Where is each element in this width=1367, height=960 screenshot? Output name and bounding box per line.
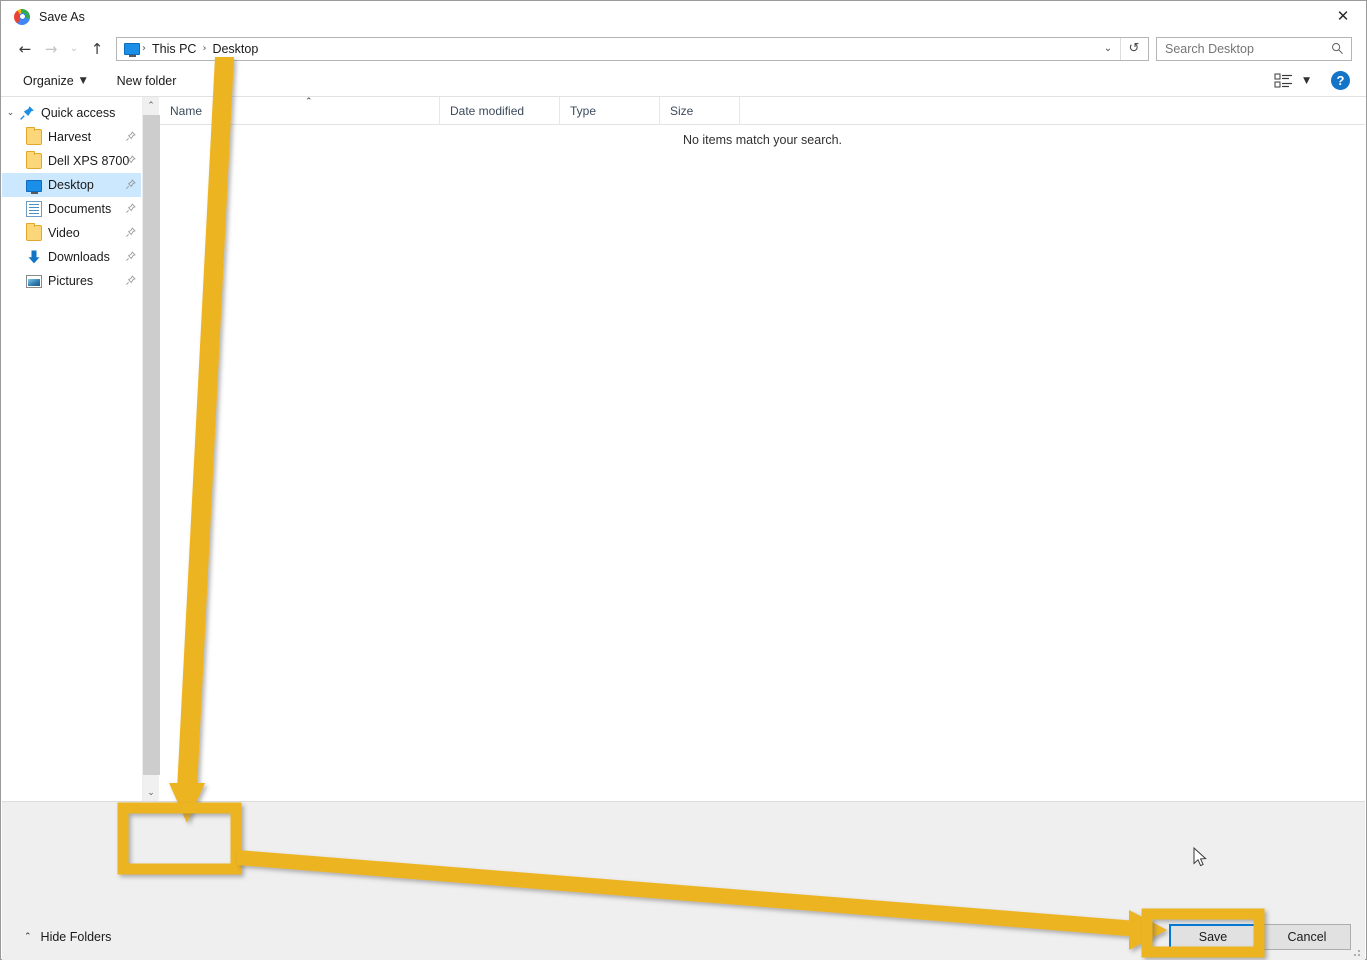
sidebar-item-harvest[interactable]: Harvest — [2, 125, 141, 149]
save-as-dialog: Save As ✕ ← → ⌄ ↑ › This PC › Desktop ⌄ … — [0, 0, 1367, 960]
sidebar-item-label: Downloads — [48, 250, 110, 264]
pin-icon[interactable] — [125, 130, 136, 143]
empty-state-message: No items match your search. — [682, 133, 843, 147]
pin-icon[interactable] — [125, 250, 136, 263]
chevron-up-icon: ⌃ — [24, 932, 32, 942]
pin-icon[interactable] — [125, 226, 136, 239]
organize-button[interactable]: Organize — [23, 74, 74, 88]
sidebar-item-desktop[interactable]: Desktop — [2, 173, 141, 197]
sidebar-item-dell-xps-8700[interactable]: Dell XPS 8700 — [2, 149, 141, 173]
cancel-button[interactable]: Cancel — [1263, 924, 1351, 950]
chevron-down-icon[interactable]: ▼ — [1303, 76, 1310, 86]
scroll-down-icon[interactable]: ⌄ — [143, 784, 159, 801]
desktop-icon — [26, 179, 42, 194]
refresh-icon[interactable]: ↺ — [1120, 37, 1147, 60]
sidebar-group-label: Quick access — [41, 106, 116, 120]
column-header-date-modified[interactable]: Date modified — [440, 96, 560, 125]
dialog-footer: ⌃ Hide Folders Save Cancel — [2, 906, 1365, 960]
view-mode-icon[interactable] — [1274, 73, 1294, 89]
pictures-icon — [26, 275, 42, 288]
sort-ascending-icon: ⌃ — [305, 97, 313, 107]
back-icon[interactable]: ← — [12, 36, 38, 62]
sidebar-scrollbar[interactable]: ⌃ ⌄ — [142, 97, 160, 801]
up-icon[interactable]: ↑ — [84, 36, 110, 62]
sidebar-item-downloads[interactable]: Downloads — [2, 245, 141, 269]
folder-icon — [26, 151, 42, 169]
window-title: Save As — [39, 9, 85, 24]
search-icon — [1332, 42, 1343, 54]
column-header-row: Name Date modified Type Size ⌃ — [160, 96, 1365, 125]
column-header-name[interactable]: Name — [160, 96, 440, 125]
sidebar-item-pictures[interactable]: Pictures — [2, 269, 141, 293]
scroll-up-icon[interactable]: ⌃ — [143, 97, 159, 114]
toolbar: Organize ▼ New folder ▼ ? — [1, 65, 1366, 97]
folder-icon — [26, 223, 42, 241]
pin-icon — [19, 105, 35, 121]
search-input[interactable]: Search Desktop — [1156, 36, 1352, 61]
save-button[interactable]: Save — [1169, 924, 1257, 950]
breadcrumb[interactable]: › This PC › Desktop ⌄ ↺ — [116, 36, 1149, 61]
mouse-cursor — [1193, 847, 1207, 867]
new-folder-button[interactable]: New folder — [117, 74, 177, 88]
sidebar-item-label: Desktop — [48, 178, 94, 192]
pin-icon[interactable] — [125, 202, 136, 215]
sidebar-item-label: Video — [48, 226, 80, 240]
sidebar-item-label: Dell XPS 8700 — [48, 154, 130, 168]
sidebar-item-label: Documents — [48, 202, 112, 216]
pin-icon[interactable] — [125, 178, 136, 191]
chevron-down-icon[interactable]: ⌄ — [1097, 38, 1119, 60]
sidebar-item-video[interactable]: Video — [2, 221, 141, 245]
file-list-pane: Name Date modified Type Size ⌃ No items … — [160, 96, 1365, 801]
search-placeholder: Search Desktop — [1165, 41, 1254, 56]
breadcrumb-item-this-pc[interactable]: This PC — [146, 42, 202, 56]
sidebar-item-label: Pictures — [48, 274, 94, 288]
help-icon[interactable]: ? — [1331, 71, 1350, 90]
download-icon — [26, 249, 42, 265]
forward-icon[interactable]: → — [38, 36, 64, 62]
this-pc-icon — [124, 42, 140, 57]
column-header-size[interactable]: Size — [660, 96, 740, 125]
hide-folders-button[interactable]: ⌃ Hide Folders — [24, 930, 111, 944]
sidebar-group-quick-access[interactable]: ⌄ Quick access — [2, 101, 141, 125]
close-icon[interactable]: ✕ — [1320, 1, 1366, 31]
pin-icon[interactable] — [125, 274, 136, 287]
column-header-type[interactable]: Type — [560, 96, 660, 125]
folder-icon — [26, 127, 42, 145]
chevron-down-icon[interactable]: ▼ — [80, 76, 87, 86]
navigation-pane: ⌄ Quick access Harvest Dell XPS 8700 Des… — [2, 97, 141, 801]
sidebar-item-label: Harvest — [48, 130, 92, 144]
resize-grip[interactable] — [1351, 947, 1361, 957]
navigation-bar: ← → ⌄ ↑ › This PC › Desktop ⌄ ↺ Search D… — [1, 32, 1366, 65]
breadcrumb-item-desktop[interactable]: Desktop — [206, 42, 264, 56]
pin-icon[interactable] — [125, 154, 136, 167]
hide-folders-label: Hide Folders — [40, 930, 112, 944]
title-bar: Save As ✕ — [1, 1, 1366, 32]
chevron-down-icon[interactable]: ⌄ — [2, 108, 19, 118]
document-icon — [26, 201, 42, 217]
sidebar-item-documents[interactable]: Documents — [2, 197, 141, 221]
save-options-pane: File name: credentials.csv ⌄ Save as typ… — [2, 801, 1365, 906]
chrome-icon — [14, 8, 30, 25]
recent-locations-icon[interactable]: ⌄ — [64, 36, 84, 62]
scrollbar-thumb[interactable] — [143, 115, 160, 775]
